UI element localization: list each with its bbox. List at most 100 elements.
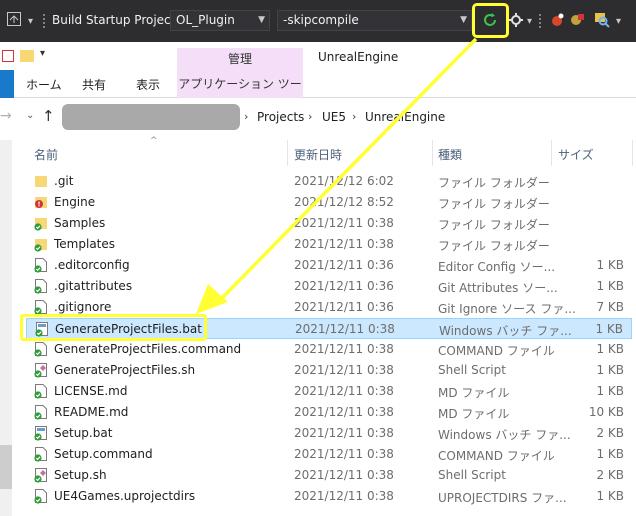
folder-icon[interactable] <box>20 50 34 62</box>
breadcrumb-separator-icon[interactable]: › <box>308 110 312 123</box>
tab-share[interactable]: 共有 <box>82 76 106 93</box>
file-synced-icon <box>34 383 48 399</box>
file-type: ファイル フォルダー <box>438 239 550 253</box>
breadcrumb-separator-icon[interactable]: › <box>244 110 248 123</box>
file-size: 1 KB <box>596 342 624 356</box>
column-header-name[interactable]: 名前 <box>34 146 58 163</box>
file-date: 2021/12/12 6:02 <box>294 174 394 188</box>
shell-file-synced-icon <box>34 362 48 378</box>
breadcrumb-ue5[interactable]: UE5 <box>322 110 346 124</box>
file-name: README.md <box>54 405 129 419</box>
tab-manage[interactable]: 管理 <box>177 48 303 70</box>
build-icon[interactable] <box>569 12 585 28</box>
command-args-value: -skipcompile <box>283 13 359 27</box>
file-name: GenerateProjectFiles.command <box>54 342 242 356</box>
toolbar-grip[interactable] <box>42 13 46 29</box>
file-row[interactable]: .git 2021/12/12 6:02 ファイル フォルダー <box>26 171 632 192</box>
toolbar-grip[interactable] <box>538 13 542 29</box>
highlight-box-refresh <box>472 3 509 38</box>
file-date: 2021/12/11 0:38 <box>294 468 394 482</box>
file-synced-icon <box>34 257 48 273</box>
file-row[interactable]: Engine 2021/12/12 8:52 ファイル フォルダー <box>26 192 632 213</box>
file-synced-icon <box>34 278 48 294</box>
column-divider[interactable] <box>632 140 633 166</box>
tab-view[interactable]: 表示 <box>136 76 160 93</box>
file-date: 2021/12/11 0:38 <box>294 384 394 398</box>
file-row[interactable]: Templates 2021/12/11 0:38 ファイル フォルダー <box>26 234 632 255</box>
find-icon[interactable] <box>594 12 610 28</box>
file-row[interactable]: Setup.bat 2021/12/11 0:38 Windows バッチ ファ..… <box>26 423 632 444</box>
file-name: Setup.sh <box>54 468 107 482</box>
file-name: .gitattributes <box>54 279 133 293</box>
build-startup-project-label[interactable]: Build Startup Project <box>52 11 175 29</box>
column-divider[interactable] <box>287 140 288 166</box>
file-name: .git <box>54 174 74 188</box>
file-type: ファイル フォルダー <box>438 218 550 232</box>
overflow-icon[interactable]: ▾ <box>616 13 621 31</box>
solution-explorer-icon[interactable] <box>6 11 22 27</box>
breadcrumb-unrealengine[interactable]: UnrealEngine <box>365 110 445 124</box>
file-date: 2021/12/11 0:38 <box>294 426 394 440</box>
bat-file-synced-icon <box>34 425 48 441</box>
project-combo-value: OL_Plugin <box>176 13 235 27</box>
file-row[interactable]: .gitattributes 2021/12/11 0:36 Git Attribu… <box>26 276 632 297</box>
highlight-box-generate-bat <box>20 314 207 341</box>
column-header-type[interactable]: 種類 <box>438 146 462 163</box>
file-type: Editor Config ソー... <box>438 260 556 274</box>
column-header-date[interactable]: 更新日時 <box>294 146 342 163</box>
file-size: 7 KB <box>596 300 624 314</box>
file-row[interactable]: Setup.command 2021/12/11 0:38 COMMAND ファイル… <box>26 444 632 465</box>
file-row[interactable]: Setup.sh 2021/12/11 0:38 Shell Script 2 KB <box>26 465 632 486</box>
dropdown-arrow-icon[interactable]: ⌄ <box>26 110 34 121</box>
file-name: GenerateProjectFiles.sh <box>54 363 196 377</box>
breadcrumb-projects[interactable]: Projects <box>257 110 304 124</box>
file-row[interactable]: UE4Games.uprojectdirs 2021/12/11 0:38 UPRO… <box>26 486 632 507</box>
file-name: Samples <box>54 216 106 230</box>
project-combo[interactable]: OL_Plugin ▼ <box>170 10 270 31</box>
scrollbar-thumb[interactable] <box>0 445 12 489</box>
file-name: LICENSE.md <box>54 384 128 398</box>
file-row[interactable]: README.md 2021/12/11 0:38 MD ファイル 10 KB <box>26 402 632 423</box>
up-arrow-icon[interactable]: ↑ <box>42 107 55 125</box>
file-synced-icon <box>34 341 48 357</box>
git-changes-icon[interactable] <box>549 12 565 28</box>
file-size: 1 KB <box>596 489 624 503</box>
customize-quick-access-icon[interactable]: ▾ <box>40 48 45 59</box>
tab-file-accent[interactable] <box>0 70 14 98</box>
file-name: Setup.command <box>54 447 153 461</box>
file-name: Engine <box>54 195 96 209</box>
tab-application-tools[interactable]: アプリケーション ツール <box>177 70 303 119</box>
command-args-combo[interactable]: -skipcompile ▼ <box>277 10 472 31</box>
navigation-pane-scroll[interactable] <box>0 140 12 516</box>
file-row[interactable]: .editorconfig 2021/12/11 0:36 Editor Confi… <box>26 255 632 276</box>
column-header-size[interactable]: サイズ <box>558 146 594 163</box>
file-size: 1 KB <box>596 384 624 398</box>
tab-home[interactable]: ホーム <box>26 76 62 93</box>
folder-synced-icon <box>34 236 48 252</box>
file-date: 2021/12/11 0:36 <box>294 279 394 293</box>
file-name: .editorconfig <box>54 258 130 272</box>
file-size: 10 KB <box>588 405 624 419</box>
file-type: Windows バッチ ファ... <box>438 428 571 442</box>
file-date: 2021/12/11 0:38 <box>294 216 394 230</box>
blurred-path-segment <box>62 104 240 130</box>
file-date: 2021/12/11 0:38 <box>294 447 394 461</box>
forward-arrow-icon[interactable]: → <box>0 108 12 124</box>
overflow-icon[interactable]: ▾ <box>527 13 532 31</box>
file-row[interactable]: Samples 2021/12/11 0:38 ファイル フォルダー <box>26 213 632 234</box>
settings-gear-icon[interactable] <box>508 11 524 29</box>
file-row[interactable]: LICENSE.md 2021/12/11 0:38 MD ファイル 1 KB <box>26 381 632 402</box>
file-name: Templates <box>54 237 116 251</box>
overflow-icon[interactable]: ▾ <box>28 13 33 31</box>
file-synced-icon <box>34 446 48 462</box>
breadcrumb-separator-icon[interactable]: › <box>352 110 356 123</box>
shell-file-synced-icon <box>34 467 48 483</box>
checkbox-icon[interactable] <box>2 50 14 62</box>
column-divider[interactable] <box>432 140 433 166</box>
file-row[interactable]: GenerateProjectFiles.sh 2021/12/11 0:38 Sh… <box>26 360 632 381</box>
file-row[interactable]: GenerateProjectFiles.command 2021/12/11 0… <box>26 339 632 360</box>
chevron-down-icon: ▼ <box>258 15 265 25</box>
file-type: Git Ignore ソース ファ... <box>438 302 576 316</box>
column-divider[interactable] <box>551 140 552 166</box>
chevron-down-icon: ▼ <box>460 15 467 25</box>
